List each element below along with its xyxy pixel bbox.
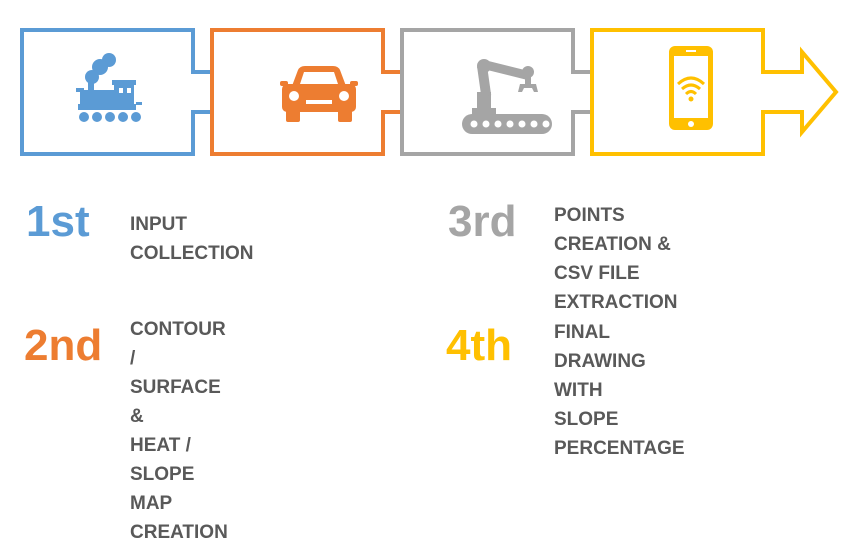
step-3-ordinal: 3rd	[448, 197, 517, 246]
step-3-description: POINTS CREATION & CSV FILE EXTRACTION	[554, 205, 678, 313]
step-2-description: CONTOUR / SURFACE & HEAT / SLOPE MAP CRE…	[130, 319, 228, 543]
smartphone-wifi-icon	[669, 46, 713, 130]
step-4-description: FINAL DRAWING WITH SLOPE PERCENTAGE	[554, 322, 685, 459]
process-flow-diagram	[20, 28, 839, 156]
step-2-ordinal: 2nd	[24, 321, 103, 370]
step-4-ordinal: 4th	[446, 321, 512, 370]
step-1-ordinal: 1st	[26, 197, 90, 246]
step-1-description: INPUT COLLECTION	[130, 214, 254, 264]
stage-4-arrow	[590, 28, 839, 156]
